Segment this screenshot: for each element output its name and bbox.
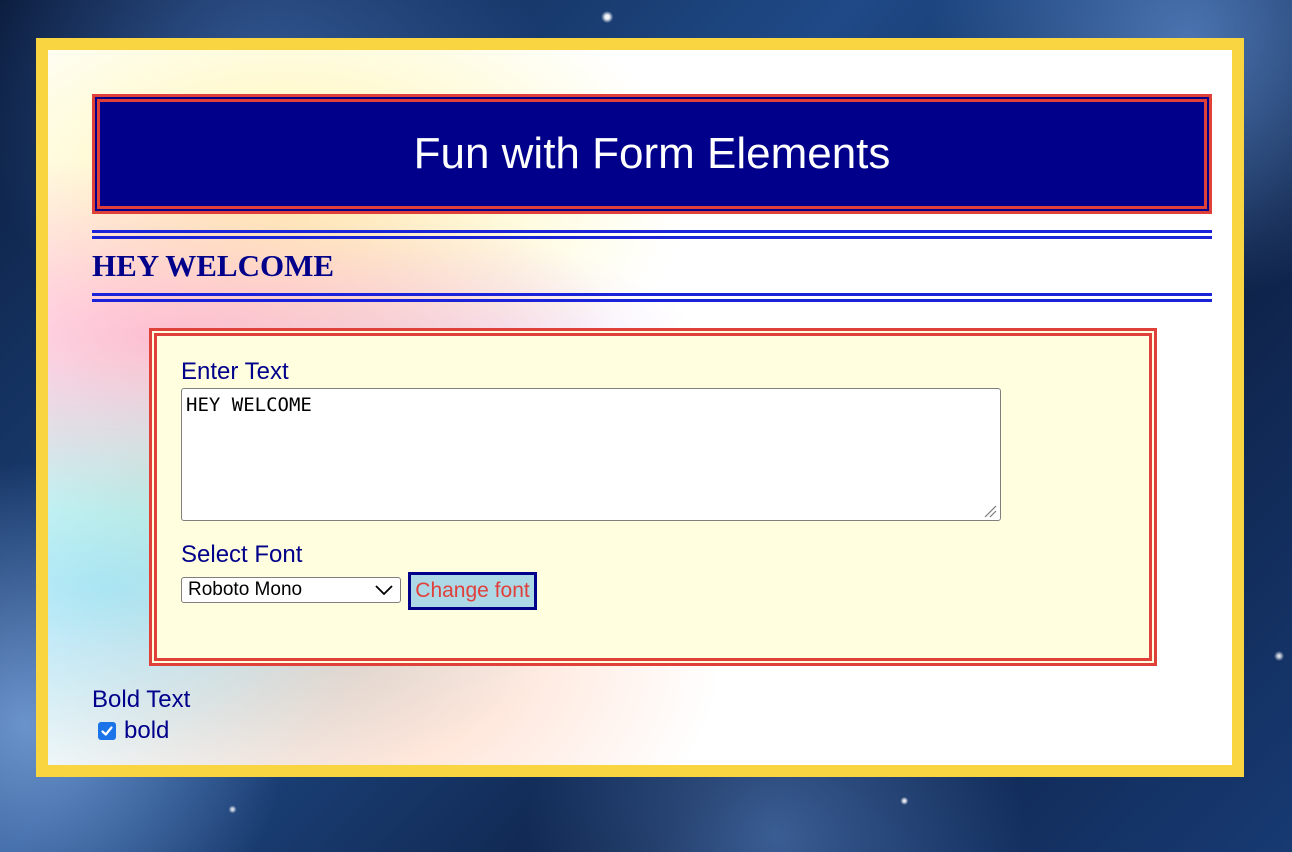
page-header: Fun with Form Elements [92, 94, 1212, 214]
page-background: { "header": { "title": "Fun with Form El… [0, 0, 1292, 852]
bold-checkbox-row: bold [98, 716, 169, 746]
page-title: Fun with Form Elements [413, 129, 891, 178]
bold-checkbox-label: bold [124, 717, 170, 744]
bold-checkbox[interactable] [98, 722, 116, 740]
change-font-button[interactable]: Change font [408, 572, 537, 610]
form-panel: Enter Text HEY WELCOME Select Font Robot… [149, 328, 1157, 666]
bold-text-label: Bold Text [92, 686, 191, 713]
bottom-divider [92, 293, 1212, 302]
chevron-down-icon [375, 585, 393, 596]
welcome-heading: HEY WELCOME [92, 248, 335, 283]
text-input-area[interactable]: HEY WELCOME [181, 388, 1001, 521]
top-divider [92, 230, 1212, 239]
select-font-label: Select Font [181, 541, 303, 568]
yellow-frame: Fun with Form Elements HEY WELCOME Enter… [36, 38, 1244, 777]
enter-text-label: Enter Text [181, 358, 289, 385]
content-panel: Fun with Form Elements HEY WELCOME Enter… [48, 50, 1232, 765]
font-select-value: Roboto Mono [188, 579, 303, 600]
checkmark-icon [101, 726, 113, 736]
font-select[interactable]: Roboto Mono [181, 577, 401, 603]
